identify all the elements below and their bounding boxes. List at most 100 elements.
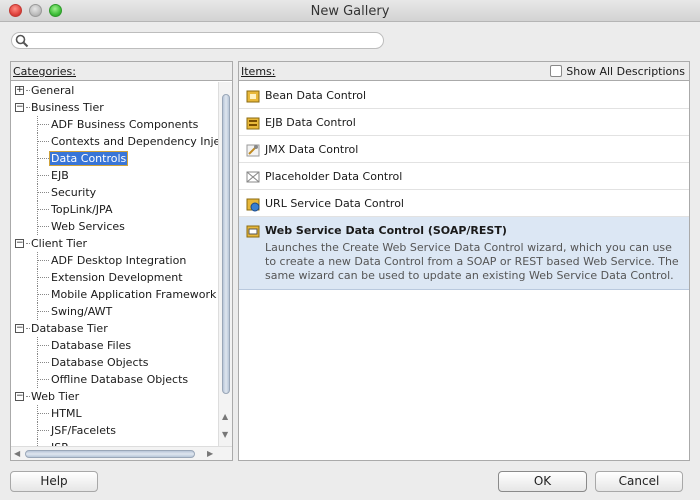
tree-item[interactable]: JSF/Facelets — [11, 422, 219, 439]
gallery-item-label: Placeholder Data Control — [265, 170, 403, 183]
expand-icon[interactable]: + — [15, 86, 24, 95]
checkbox-box[interactable] — [550, 65, 563, 77]
tree-connector — [37, 158, 49, 159]
tree-connector — [37, 430, 49, 431]
items-panel: Items: Show All Descriptions Bean Data C… — [238, 61, 690, 461]
tree-item[interactable]: Database Files — [11, 337, 219, 354]
window-title: New Gallery — [310, 4, 390, 19]
tree-connector — [37, 192, 49, 193]
tree-item[interactable]: Swing/AWT — [11, 303, 219, 320]
gallery-item-label: EJB Data Control — [265, 116, 356, 129]
vertical-scroll-thumb[interactable] — [222, 94, 230, 394]
horizontal-scroll-thumb[interactable] — [25, 450, 195, 458]
tree-connector — [37, 362, 49, 363]
tree-item[interactable]: Data Controls — [11, 150, 219, 167]
tree-item-label: Swing/AWT — [51, 305, 113, 318]
tree-item[interactable]: Database Objects — [11, 354, 219, 371]
categories-label: Categories: — [13, 65, 76, 78]
gallery-item[interactable]: URL Service Data Control — [239, 190, 689, 217]
tree-item[interactable]: TopLink/JPA — [11, 201, 219, 218]
gallery-item-label: Bean Data Control — [265, 89, 367, 102]
tree-item[interactable]: − Database Tier — [11, 320, 219, 337]
tree-item-label: Web Services — [51, 220, 125, 233]
tree-item[interactable]: ADF Business Components — [11, 116, 219, 133]
cancel-button[interactable]: Cancel — [595, 471, 683, 492]
tree-connector — [37, 124, 49, 125]
tree-item[interactable]: − Client Tier — [11, 235, 219, 252]
gallery-item-description: Launches the Create Web Service Data Con… — [265, 241, 679, 282]
collapse-icon[interactable]: − — [15, 324, 24, 333]
tree-connector — [37, 294, 49, 295]
scroll-left-arrow-icon[interactable]: ◀ — [14, 449, 20, 458]
tree-item[interactable]: EJB — [11, 167, 219, 184]
scroll-up-arrow-icon[interactable]: ▲ — [222, 412, 228, 421]
title-bar: New Gallery — [0, 0, 700, 22]
gallery-item[interactable]: Bean Data Control — [239, 82, 689, 109]
search-input[interactable] — [32, 34, 377, 47]
placeholder-data-control-icon — [245, 169, 261, 185]
tree-connector — [26, 107, 30, 108]
tree-connector — [37, 379, 49, 380]
tree-item-label: Client Tier — [31, 237, 88, 250]
tree-item[interactable]: HTML — [11, 405, 219, 422]
search-field[interactable] — [11, 32, 384, 49]
web-service-data-control-icon — [245, 223, 261, 239]
tree-item[interactable]: Mobile Application Framework — [11, 286, 219, 303]
tree-item-label: ADF Business Components — [51, 118, 199, 131]
tree-connector — [37, 209, 49, 210]
tree-connector — [26, 328, 30, 329]
help-button[interactable]: Help — [10, 471, 98, 492]
tree-item-label: General — [31, 84, 75, 97]
tree-item-label: Contexts and Dependency Injec — [51, 135, 219, 148]
collapse-icon[interactable]: − — [15, 103, 24, 112]
items-label: Items: — [241, 65, 276, 78]
tree-item[interactable]: ADF Desktop Integration — [11, 252, 219, 269]
tree-connector — [37, 277, 49, 278]
collapse-icon[interactable]: − — [15, 392, 24, 401]
tree-item[interactable]: Offline Database Objects — [11, 371, 219, 388]
gallery-item[interactable]: EJB Data Control — [239, 109, 689, 136]
tree-item-label: Database Files — [51, 339, 132, 352]
tree-item[interactable]: Contexts and Dependency Injec — [11, 133, 219, 150]
items-header: Items: Show All Descriptions — [239, 62, 689, 81]
tree-item-label: Business Tier — [31, 101, 104, 114]
tree-connector — [26, 90, 30, 91]
tree-item[interactable]: Web Services — [11, 218, 219, 235]
tree-item-label: Data Controls — [48, 151, 129, 166]
tree-item-label: Database Objects — [51, 356, 149, 369]
ok-button[interactable]: OK — [498, 471, 587, 492]
categories-vertical-scrollbar[interactable]: ▲ ▼ — [218, 82, 232, 448]
tree-connector — [37, 311, 49, 312]
gallery-item[interactable]: Web Service Data Control (SOAP/REST) Laun… — [239, 217, 689, 290]
tree-item[interactable]: Extension Development — [11, 269, 219, 286]
tree-item-label: Mobile Application Framework — [51, 288, 217, 301]
tree-connector — [37, 175, 49, 176]
tree-connector — [37, 413, 49, 414]
collapse-icon[interactable]: − — [15, 239, 24, 248]
tree-item[interactable]: Security — [11, 184, 219, 201]
gallery-item[interactable]: JMX Data Control — [239, 136, 689, 163]
tree-item-label: Database Tier — [31, 322, 108, 335]
gallery-item-label: Web Service Data Control (SOAP/REST) — [265, 224, 507, 237]
scroll-down-arrow-icon[interactable]: ▼ — [222, 430, 228, 439]
gallery-item-label: URL Service Data Control — [265, 197, 404, 210]
tree-item[interactable]: + General — [11, 82, 219, 99]
tree-item-label: HTML — [51, 407, 82, 420]
categories-panel: Categories: + General − Business Tier ADF Bu… — [10, 61, 233, 461]
categories-horizontal-scrollbar[interactable]: ◀ ▶ — [11, 446, 232, 460]
jmx-data-control-icon — [245, 142, 261, 158]
tree-item-label: Web Tier — [31, 390, 80, 403]
tree-connector — [26, 396, 30, 397]
tree-item-label: Offline Database Objects — [51, 373, 189, 386]
tree-item-label: Security — [51, 186, 97, 199]
tree-connector — [37, 141, 49, 142]
scroll-right-arrow-icon[interactable]: ▶ — [207, 449, 213, 458]
gallery-item[interactable]: Placeholder Data Control — [239, 163, 689, 190]
show-all-descriptions-label: Show All Descriptions — [566, 65, 685, 78]
gallery-item-label: JMX Data Control — [265, 143, 359, 156]
show-all-descriptions-checkbox[interactable]: Show All Descriptions — [550, 65, 685, 78]
tree-item-label: ADF Desktop Integration — [51, 254, 187, 267]
tree-item[interactable]: − Business Tier — [11, 99, 219, 116]
categories-header: Categories: — [11, 62, 232, 81]
tree-item[interactable]: − Web Tier — [11, 388, 219, 405]
